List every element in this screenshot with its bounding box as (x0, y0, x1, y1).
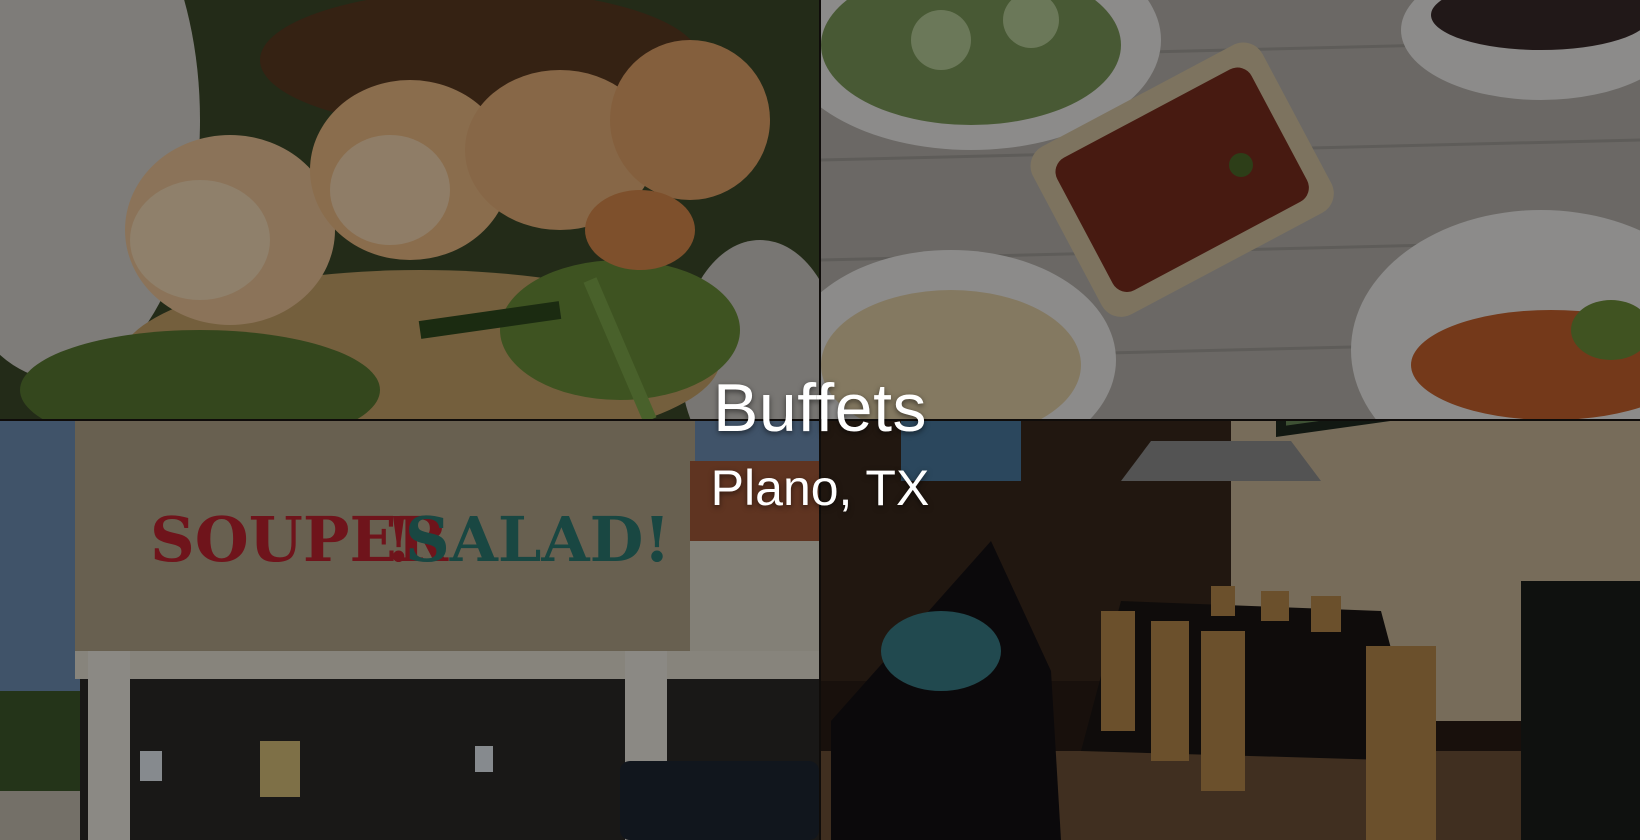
hero-heading: Buffets Plano, TX (0, 372, 1640, 518)
location-subtitle: Plano, TX (710, 460, 930, 516)
food-spread-table-photo (821, 0, 1640, 419)
page-title: Buffets (713, 370, 927, 446)
hero-banner: SOUPER ! SALAD! Buffets Plano, TX (0, 0, 1640, 840)
grilled-shrimp-salad-photo (0, 0, 819, 419)
